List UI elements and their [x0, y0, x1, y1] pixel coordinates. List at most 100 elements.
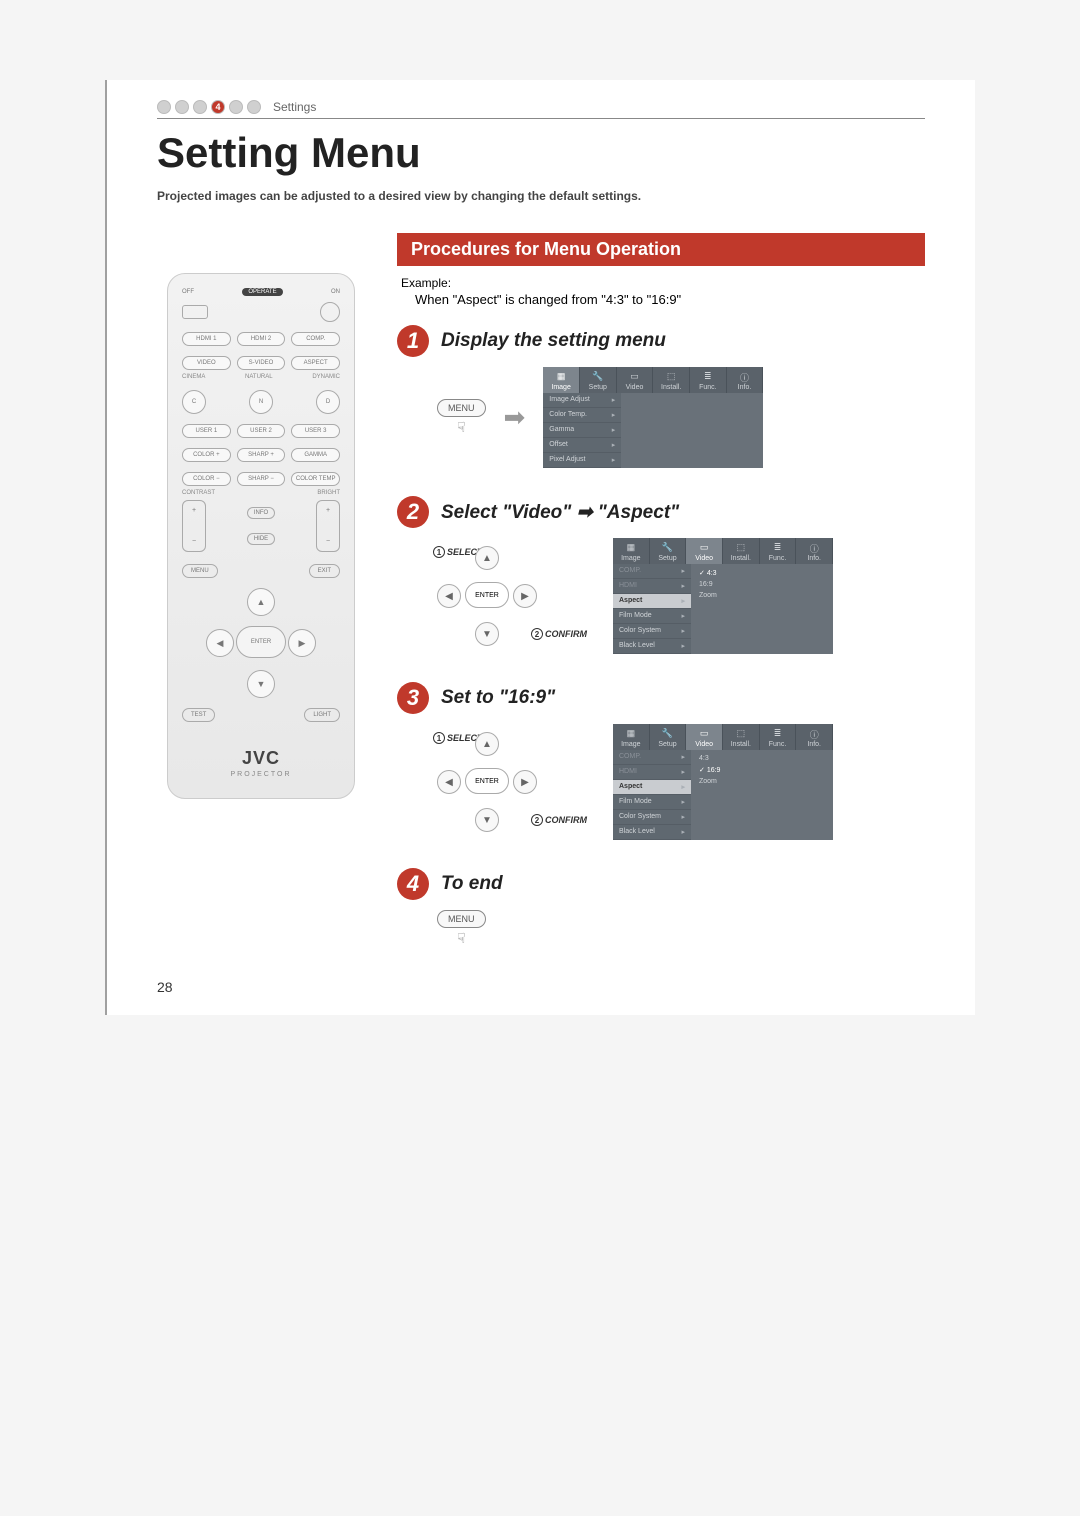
- osd-item: COMP.▸: [613, 564, 691, 579]
- osd-tab-install: ⬚Install.: [653, 367, 690, 393]
- step-2: 2 Select "Video" ➡ "Aspect" 1SELECT ▲ ▼ …: [397, 496, 925, 654]
- osd-item: Pixel Adjust▸: [543, 453, 621, 468]
- remote-operate-label: OPERATE: [242, 288, 282, 296]
- osd-item: Color Temp.▸: [543, 408, 621, 423]
- remote-bright-rocker: +−: [316, 500, 340, 552]
- step-1: 1 Display the setting menu MENU ☟ ➡ ▦Ima…: [397, 325, 925, 468]
- remote-user3-button: USER 3: [291, 424, 340, 438]
- hand-icon: ☟: [457, 930, 466, 947]
- up-arrow-icon: ▲: [475, 546, 499, 570]
- remote-natural-label: NATURAL: [245, 374, 273, 380]
- breadcrumb-dot: [157, 100, 171, 114]
- remote-comp-button: COMP.: [291, 332, 340, 346]
- remote-on-label: ON: [331, 289, 340, 295]
- manual-page: 4 Settings Setting Menu Projected images…: [105, 80, 975, 1015]
- osd-item: COMP.▸: [613, 750, 691, 765]
- remote-contrast-rocker: +−: [182, 500, 206, 552]
- remote-cinema-label: CINEMA: [182, 374, 205, 380]
- breadcrumb-dot: [247, 100, 261, 114]
- osd-item: Gamma▸: [543, 423, 621, 438]
- breadcrumb-dot: [175, 100, 189, 114]
- osd-tab-image: ▦Image: [543, 367, 580, 393]
- remote-exit-button: EXIT: [309, 564, 340, 578]
- step-title: To end: [441, 873, 503, 895]
- remote-left-button: ◀: [206, 629, 234, 657]
- page-number: 28: [157, 979, 173, 995]
- osd-tab-setup: 🔧Setup: [580, 367, 617, 393]
- remote-n-button: N: [249, 390, 273, 414]
- remote-colortemp-button: COLOR TEMP: [291, 472, 340, 486]
- breadcrumb-dot: [193, 100, 207, 114]
- osd-tab-func: ≣Func.: [760, 724, 797, 750]
- example-label: Example:: [401, 276, 925, 290]
- breadcrumb-dot-active: 4: [211, 100, 225, 114]
- menu-pill: MENU: [437, 910, 486, 928]
- osd-option-checked: 16:9: [699, 764, 825, 776]
- down-arrow-icon: ▼: [475, 622, 499, 646]
- osd-tab-install: ⬚Install.: [723, 538, 760, 564]
- menu-button-illustration: MENU ☟: [437, 910, 486, 947]
- remote-brand: JVC: [182, 748, 340, 769]
- arrow-icon: ➡: [504, 402, 526, 433]
- menu-button-illustration: MENU ☟: [437, 399, 486, 436]
- osd-item: HDMI▸: [613, 765, 691, 780]
- enter-button-illustration: ENTER: [465, 582, 509, 608]
- remote-hdmi1-button: HDMI 1: [182, 332, 231, 346]
- osd-screenshot-video-aspect-43: ▦Image 🔧Setup ▭Video ⬚Install. ≣Func. ⓘI…: [613, 538, 833, 654]
- remote-menu-button: MENU: [182, 564, 218, 578]
- remote-colorminus-button: COLOR −: [182, 472, 231, 486]
- osd-item: HDMI▸: [613, 579, 691, 594]
- remote-up-button: ▲: [247, 588, 275, 616]
- remote-right-button: ▶: [288, 629, 316, 657]
- step-title: Select "Video" ➡ "Aspect": [441, 501, 679, 524]
- left-arrow-icon: ◀: [437, 770, 461, 794]
- osd-item: Film Mode▸: [613, 795, 691, 810]
- down-arrow-icon: ▼: [475, 808, 499, 832]
- osd-tab-info: ⓘInfo.: [727, 367, 764, 393]
- step-number: 2: [397, 496, 429, 528]
- left-arrow-icon: ◀: [437, 584, 461, 608]
- osd-item-selected: Aspect▸: [613, 780, 691, 795]
- remote-aspect-button: ASPECT: [291, 356, 340, 370]
- menu-pill: MENU: [437, 399, 486, 417]
- osd-item: Color System▸: [613, 624, 691, 639]
- breadcrumb: 4 Settings: [157, 100, 925, 119]
- dpad-illustration: ▲ ▼ ◀ ▶ ENTER: [437, 732, 537, 832]
- osd-screenshot-video-aspect-169: ▦Image 🔧Setup ▭Video ⬚Install. ≣Func. ⓘI…: [613, 724, 833, 840]
- osd-option: Zoom: [699, 590, 825, 601]
- right-arrow-icon: ▶: [513, 584, 537, 608]
- osd-tab-video: ▭Video: [686, 724, 723, 750]
- example-text: When "Aspect" is changed from "4:3" to "…: [415, 292, 925, 307]
- remote-control-illustration: OFF OPERATE ON HDMI 1 HDMI 2 COMP. VIDEO…: [167, 273, 355, 799]
- osd-item: Color System▸: [613, 810, 691, 825]
- step-4: 4 To end MENU ☟: [397, 868, 925, 947]
- remote-enter-button: ENTER: [236, 626, 286, 658]
- osd-tab-func: ≣Func.: [760, 538, 797, 564]
- osd-tab-video: ▭Video: [617, 367, 654, 393]
- remote-power-button: [320, 302, 340, 322]
- osd-tab-info: ⓘInfo.: [796, 538, 833, 564]
- remote-dpad: ▲ ▼ ◀ ▶ ENTER: [206, 588, 316, 698]
- step-3: 3 Set to "16:9" 1SELECT ▲ ▼ ◀ ▶ ENTER 2C…: [397, 682, 925, 840]
- remote-hide-button: HIDE: [247, 533, 275, 545]
- remote-test-button: TEST: [182, 708, 215, 722]
- remote-bright-label: BRIGHT: [317, 490, 340, 496]
- osd-option-checked: 4:3: [699, 567, 825, 579]
- up-arrow-icon: ▲: [475, 732, 499, 756]
- remote-user2-button: USER 2: [237, 424, 286, 438]
- step-number: 1: [397, 325, 429, 357]
- osd-option: 4:3: [699, 753, 825, 764]
- confirm-annotation: 2CONFIRM: [531, 814, 587, 826]
- page-title: Setting Menu: [157, 129, 925, 177]
- right-arrow-icon: ▶: [513, 770, 537, 794]
- remote-hdmi2-button: HDMI 2: [237, 332, 286, 346]
- intro-text: Projected images can be adjusted to a de…: [157, 189, 925, 203]
- osd-item: Offset▸: [543, 438, 621, 453]
- remote-sharpminus-button: SHARP −: [237, 472, 286, 486]
- remote-gamma-button: GAMMA: [291, 448, 340, 462]
- osd-item: Black Level▸: [613, 639, 691, 654]
- osd-tab-info: ⓘInfo.: [796, 724, 833, 750]
- enter-button-illustration: ENTER: [465, 768, 509, 794]
- osd-tab-install: ⬚Install.: [723, 724, 760, 750]
- breadcrumb-dot: [229, 100, 243, 114]
